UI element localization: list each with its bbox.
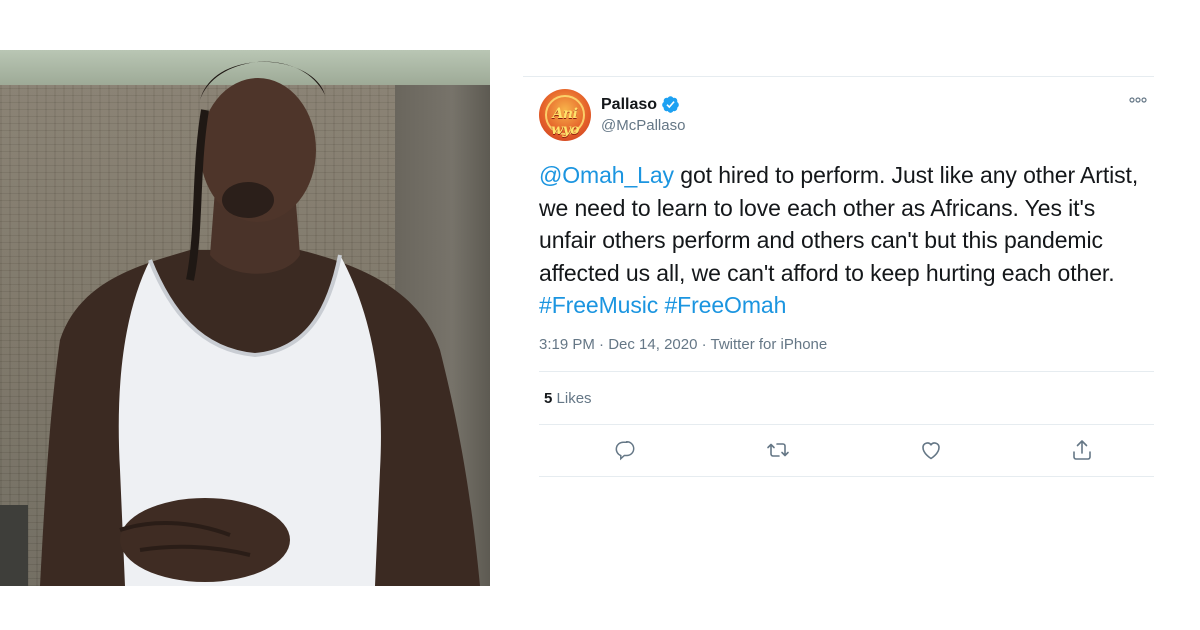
divider bbox=[539, 371, 1154, 372]
retweet-button[interactable] bbox=[766, 438, 790, 462]
verified-badge-icon bbox=[662, 96, 679, 113]
action-bar bbox=[539, 424, 1154, 476]
like-button[interactable] bbox=[919, 438, 943, 462]
retweet-icon bbox=[767, 443, 789, 457]
share-icon bbox=[1073, 440, 1091, 460]
tweet-text: @Omah_Lay got hired to perform. Just lik… bbox=[539, 159, 1151, 322]
handle[interactable]: @McPallaso bbox=[601, 117, 685, 134]
display-name[interactable]: Pallaso bbox=[601, 96, 657, 114]
mention-link[interactable]: @Omah_Lay bbox=[539, 162, 674, 188]
reply-button[interactable] bbox=[613, 438, 637, 462]
hashtag-link[interactable]: #FreeMusic bbox=[539, 292, 658, 318]
divider bbox=[539, 476, 1154, 477]
author-name-row[interactable]: Pallaso bbox=[601, 95, 680, 114]
heart-icon bbox=[922, 442, 940, 460]
tweet-date[interactable]: Dec 14, 2020 bbox=[608, 336, 697, 353]
likes-label: Likes bbox=[556, 390, 592, 407]
tweet-source[interactable]: Twitter for iPhone bbox=[711, 336, 828, 353]
tweet-time[interactable]: 3:19 PM bbox=[539, 336, 595, 353]
hashtag-link[interactable]: #FreeOmah bbox=[664, 292, 786, 318]
meta-separator: · bbox=[594, 336, 609, 353]
avatar[interactable]: Ani wyo bbox=[539, 89, 591, 141]
meta-separator: · bbox=[697, 336, 711, 353]
person-figure bbox=[40, 61, 480, 586]
tweet-meta: 3:19 PM · Dec 14, 2020 · Twitter for iPh… bbox=[539, 336, 827, 353]
likes-count[interactable]: 5 Likes bbox=[544, 390, 592, 407]
avatar-logo-text: Ani wyo bbox=[550, 106, 580, 138]
tweet-card: Ani wyo Pallaso @McPallaso @Omah_Lay got… bbox=[523, 76, 1154, 477]
likes-number: 5 bbox=[544, 390, 553, 407]
more-dots-icon[interactable] bbox=[1128, 94, 1148, 106]
share-button[interactable] bbox=[1070, 438, 1094, 462]
reply-icon bbox=[615, 441, 635, 461]
photo bbox=[0, 50, 490, 586]
